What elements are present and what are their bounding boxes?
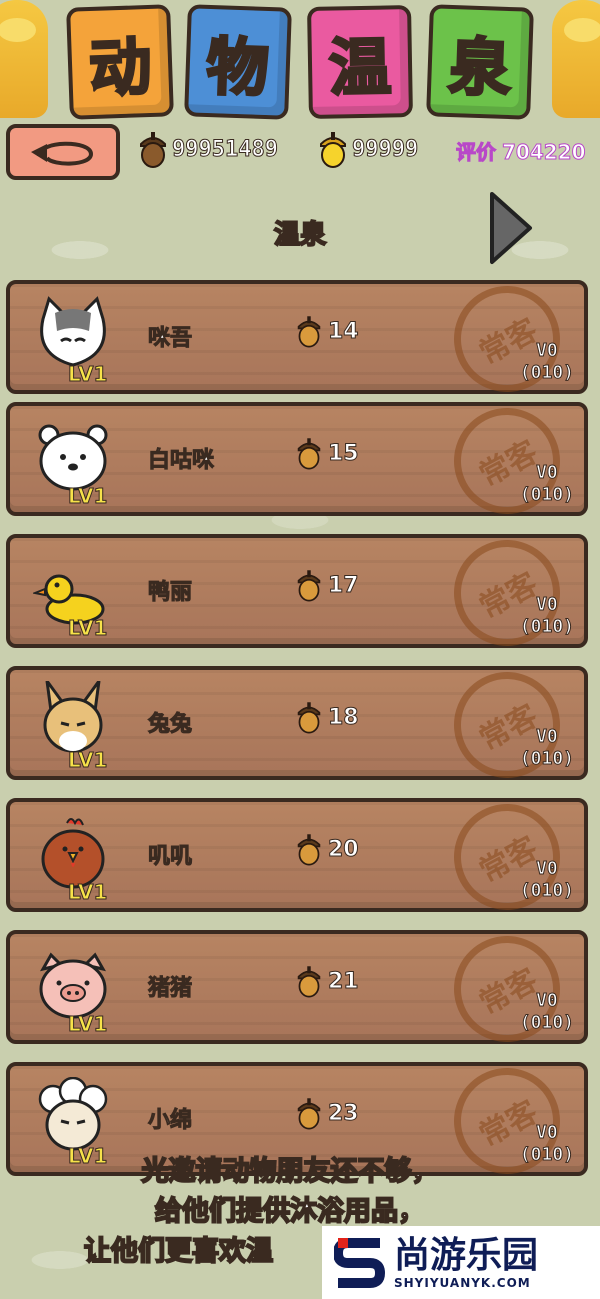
vip-level: V0 (010) — [519, 462, 574, 506]
vip-level: V0 (010) — [519, 990, 574, 1034]
cat-mascot-right-icon — [552, 0, 600, 118]
golden-acorn-counter: 99999 — [318, 130, 419, 168]
title-tile-2: 物 — [184, 4, 292, 120]
acorn-icon — [297, 702, 321, 734]
back-button[interactable] — [6, 124, 120, 180]
price-value: 20 — [328, 836, 360, 862]
animal-name: 鸭丽 — [147, 580, 193, 606]
next-page-button[interactable] — [488, 190, 534, 266]
level-label: LV1 — [67, 1012, 108, 1037]
price-value: 14 — [328, 318, 360, 344]
level-label: LV1 — [67, 880, 108, 905]
price-value: 17 — [328, 572, 360, 598]
acorn-count: 99951489 — [172, 136, 279, 162]
vip-level-value: V0 — [536, 594, 559, 616]
acorn-icon — [297, 966, 321, 998]
animal-name: 咪吾 — [147, 326, 193, 352]
rating-display: 评价 704220 — [450, 136, 586, 165]
animal-name: 兔兔 — [147, 712, 193, 738]
vip-level: V0 (010) — [519, 594, 574, 638]
price: 14 — [296, 314, 359, 348]
acorn-icon — [297, 1098, 321, 1130]
watermark-url: SHYIYUANYK.COM — [394, 1275, 531, 1290]
back-arrow-icon — [31, 141, 94, 166]
price-value: 21 — [328, 968, 360, 994]
animal-name: 猪猪 — [147, 976, 193, 1002]
animal-row[interactable]: LV1 叽叽 20 常客 V0 (010) — [6, 785, 588, 929]
price: 21 — [296, 964, 359, 998]
level-label: LV1 — [67, 484, 108, 509]
animal-name: 白咕咪 — [147, 448, 215, 474]
animal-row[interactable]: LV1 猪猪 21 常客 V0 (010) — [6, 917, 588, 1061]
site-logo-icon — [334, 1237, 386, 1288]
title-tile-4: 泉 — [426, 4, 534, 120]
vip-level-count: (010) — [519, 362, 574, 384]
vip-level-count: (010) — [519, 1012, 574, 1034]
title-tile-3: 温 — [307, 5, 413, 119]
animal-row[interactable]: LV1 兔兔 18 常客 V0 (010) — [6, 653, 588, 797]
animal-list[interactable]: LV1 咪吾 14 常客 V0 (010) LV1 白咕咪 15 常客 V0 (… — [0, 276, 600, 1176]
vip-level: V0 (010) — [519, 1122, 574, 1166]
golden-acorn-count: 99999 — [351, 136, 419, 162]
golden-acorn-icon — [320, 132, 346, 168]
level-label: LV1 — [67, 362, 108, 387]
vip-level-count: (010) — [519, 880, 574, 902]
price: 15 — [296, 436, 359, 470]
vip-level-value: V0 — [536, 340, 559, 362]
vip-level-value: V0 — [536, 726, 559, 748]
next-arrow-icon — [490, 192, 532, 264]
regular-customer-stamp: 常客 — [435, 521, 579, 665]
acorn-icon — [297, 438, 321, 470]
price-value: 15 — [328, 440, 360, 466]
regular-customer-stamp: 常客 — [435, 917, 579, 1061]
vip-level-value: V0 — [536, 462, 559, 484]
level-label: LV1 — [67, 748, 108, 773]
acorn-icon — [297, 570, 321, 602]
rating-label: 评价 — [456, 140, 497, 165]
vip-level-count: (010) — [519, 1144, 574, 1166]
cat-mascot-left-icon — [0, 0, 48, 118]
acorn-counter: 99951489 — [138, 130, 278, 168]
site-watermark: 尚游乐园 SHYIYUANYK.COM — [322, 1226, 600, 1299]
animal-row[interactable]: LV1 鸭丽 17 常客 V0 (010) — [6, 521, 588, 665]
vip-level: V0 (010) — [519, 858, 574, 902]
vip-level-value: V0 — [536, 858, 559, 880]
game-title: 动 物 温 泉 — [0, 0, 600, 122]
acorn-icon — [140, 132, 166, 168]
level-label: LV1 — [67, 616, 108, 641]
vip-level-count: (010) — [519, 616, 574, 638]
price: 17 — [296, 568, 359, 602]
price-value: 23 — [328, 1100, 360, 1126]
vip-level-value: V0 — [536, 1122, 559, 1144]
vip-level: V0 (010) — [519, 726, 574, 770]
promo-line-1: 光邀请动物朋友还不够， — [141, 1155, 440, 1188]
animal-row[interactable]: LV1 白咕咪 15 常客 V0 (010) — [6, 389, 588, 533]
vip-level-count: (010) — [519, 484, 574, 506]
price: 18 — [296, 700, 359, 734]
animal-name: 小绵 — [147, 1108, 193, 1134]
price: 23 — [296, 1096, 359, 1130]
acorn-icon — [297, 834, 321, 866]
animal-row[interactable]: LV1 咪吾 14 常客 V0 (010) — [6, 276, 588, 411]
regular-customer-stamp: 常客 — [435, 785, 579, 929]
price: 20 — [296, 832, 359, 866]
vip-level: V0 (010) — [519, 340, 574, 384]
acorn-icon — [297, 316, 321, 348]
title-tile-1: 动 — [66, 4, 174, 120]
watermark-name: 尚游乐园 — [394, 1234, 539, 1276]
price-value: 18 — [328, 704, 360, 730]
rating-value: 704220 — [502, 140, 586, 165]
vip-level-value: V0 — [536, 990, 559, 1012]
animal-name: 叽叽 — [147, 844, 193, 870]
vip-level-count: (010) — [519, 748, 574, 770]
regular-customer-stamp: 常客 — [435, 653, 579, 797]
regular-customer-stamp: 常客 — [435, 389, 579, 533]
